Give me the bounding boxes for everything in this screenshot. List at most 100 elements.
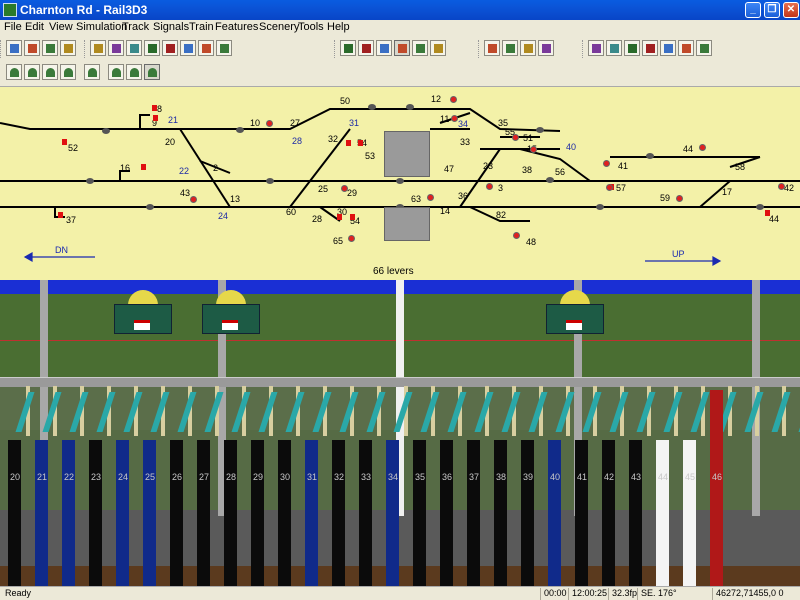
lever-39[interactable] (521, 440, 534, 586)
route-icon[interactable] (144, 40, 160, 56)
lever-label[interactable]: 14 (440, 206, 450, 216)
lever-35[interactable] (413, 440, 426, 586)
menu-track[interactable]: Track (122, 21, 149, 33)
menu-train[interactable]: Train (189, 21, 214, 33)
lever-label[interactable]: 53 (365, 151, 375, 161)
map1-icon[interactable] (484, 40, 500, 56)
lever-label-points[interactable]: 31 (349, 118, 359, 128)
title-bar[interactable]: Charnton Rd - Rail3D3 _ ❐ ✕ (0, 0, 800, 20)
menu-simulation[interactable]: Simulation (76, 21, 127, 33)
lever-label-points[interactable]: 21 (168, 115, 178, 125)
play-icon[interactable] (358, 40, 374, 56)
lever-26[interactable] (170, 440, 183, 586)
new-icon[interactable] (6, 40, 22, 56)
embank-icon[interactable] (126, 64, 142, 80)
view6-icon[interactable] (678, 40, 694, 56)
lever-44[interactable] (656, 440, 669, 586)
lever-label[interactable]: 36 (458, 191, 468, 201)
lever-label[interactable]: 44 (769, 214, 779, 224)
lever-label[interactable]: 51 (523, 133, 533, 143)
station-icon[interactable] (180, 40, 196, 56)
view3-icon[interactable] (624, 40, 640, 56)
menu-tools[interactable]: Tools (298, 21, 324, 33)
lever-label[interactable]: 47 (444, 164, 454, 174)
map4-icon[interactable] (538, 40, 554, 56)
lever-20[interactable] (8, 440, 21, 586)
lever-31[interactable] (305, 440, 318, 586)
menu-scenery[interactable]: Scenery (259, 21, 299, 33)
lever-43[interactable] (629, 440, 642, 586)
lever-label[interactable]: 29 (347, 188, 357, 198)
lever-label[interactable]: 3 (498, 183, 503, 193)
lever-frame-3d-view[interactable]: 20 21 22 23 24 25 26 27 28 29 30 31 32 33 34 35 36 37 38 39… (0, 280, 800, 586)
lever-label[interactable]: 8 (157, 104, 162, 114)
lever-28[interactable] (224, 440, 237, 586)
lever-29[interactable] (251, 440, 264, 586)
lever-label[interactable]: 33 (460, 137, 470, 147)
track-diagram[interactable]: 8950121027113552203254335153154416223385… (0, 86, 800, 280)
tree-icon[interactable] (198, 40, 214, 56)
lever-label[interactable]: 38 (522, 165, 532, 175)
save-icon[interactable] (42, 40, 58, 56)
toolbar-grip[interactable] (334, 40, 337, 58)
lever-label[interactable]: 58 (735, 162, 745, 172)
open-icon[interactable] (24, 40, 40, 56)
view2-icon[interactable] (606, 40, 622, 56)
cutting-icon[interactable] (108, 64, 124, 80)
hill-icon[interactable] (42, 64, 58, 80)
lever-label-points[interactable]: 40 (566, 142, 576, 152)
toolbar-grip[interactable] (478, 40, 481, 58)
train-icon[interactable] (162, 40, 178, 56)
block-instrument[interactable] (198, 290, 260, 350)
lever-40[interactable] (548, 440, 561, 586)
lever-label[interactable]: 52 (68, 143, 78, 153)
lever-label[interactable]: 43 (180, 188, 190, 198)
lever-label[interactable]: 50 (340, 96, 350, 106)
map2-icon[interactable] (502, 40, 518, 56)
delete-icon[interactable] (216, 40, 232, 56)
lever-label[interactable]: 20 (165, 137, 175, 147)
lever-label[interactable]: 23 (483, 161, 493, 171)
lever-25[interactable] (143, 440, 156, 586)
lever-22[interactable] (62, 440, 75, 586)
lever-label[interactable]: 2 (213, 163, 218, 173)
lever-label-points[interactable]: 28 (292, 136, 302, 146)
lever-label[interactable]: 48 (526, 237, 536, 247)
menu-view[interactable]: View (49, 21, 73, 33)
menu-edit[interactable]: Edit (25, 21, 44, 33)
lever-label[interactable]: 11 (440, 114, 449, 124)
lever-label[interactable]: 65 (333, 236, 343, 246)
pause-icon[interactable] (340, 40, 356, 56)
block-instrument[interactable] (542, 290, 604, 350)
toolbar-grip[interactable] (582, 40, 585, 58)
step-icon[interactable] (376, 40, 392, 56)
lake-icon[interactable] (60, 64, 76, 80)
view4-icon[interactable] (642, 40, 658, 56)
lever-label[interactable]: 13 (230, 194, 240, 204)
track-icon[interactable] (90, 40, 106, 56)
speed2-icon[interactable] (412, 40, 428, 56)
view1-icon[interactable] (588, 40, 604, 56)
signal-icon[interactable] (108, 40, 124, 56)
lever-24[interactable] (116, 440, 129, 586)
lever-label[interactable]: 16 (120, 163, 130, 173)
speed3-icon[interactable] (430, 40, 446, 56)
lever-label[interactable]: 41 (618, 161, 628, 171)
lever-34[interactable] (386, 440, 399, 586)
lever-38[interactable] (494, 440, 507, 586)
map3-icon[interactable] (520, 40, 536, 56)
mountain-icon[interactable] (144, 64, 160, 80)
speed1-icon[interactable] (394, 40, 410, 56)
view5-icon[interactable] (660, 40, 676, 56)
menu-signals[interactable]: Signals (153, 21, 189, 33)
lever-label[interactable]: 27 (290, 118, 300, 128)
lever-27[interactable] (197, 440, 210, 586)
lever-label[interactable]: 37 (66, 215, 76, 225)
lever-23[interactable] (89, 440, 102, 586)
lever-32[interactable] (332, 440, 345, 586)
lever-41[interactable] (575, 440, 588, 586)
menu-features[interactable]: Features (215, 21, 258, 33)
lever-label[interactable]: 60 (286, 207, 296, 217)
lever-label[interactable]: 82 (496, 210, 506, 220)
lever-46[interactable] (710, 390, 723, 586)
